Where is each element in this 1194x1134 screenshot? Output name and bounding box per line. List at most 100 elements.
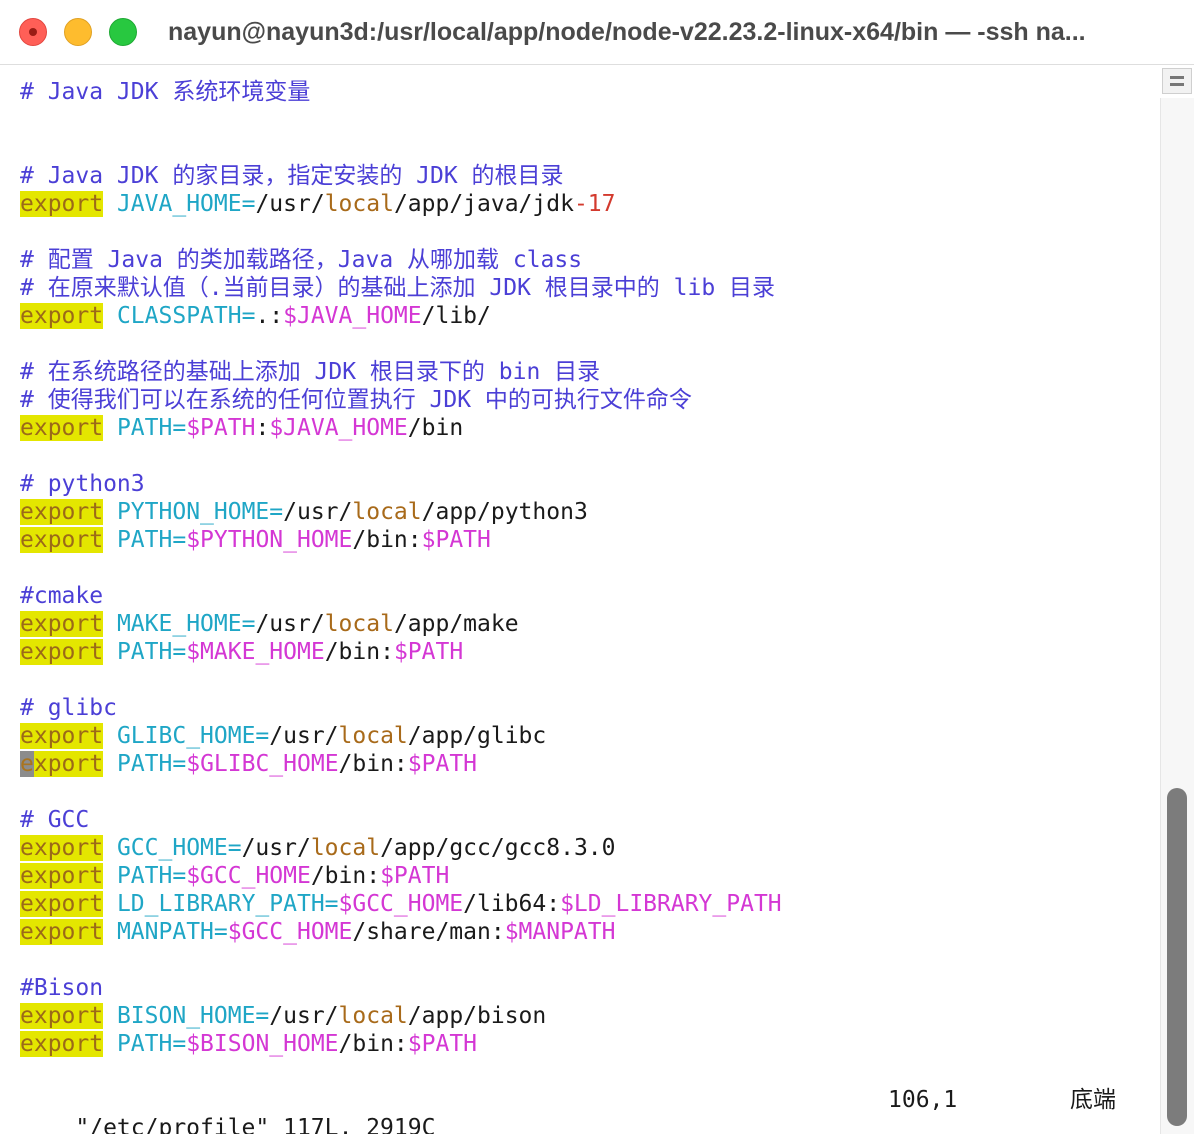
export-keyword: export	[20, 415, 104, 441]
status-file-info: "/etc/profile" 117L, 2919C	[75, 1115, 436, 1134]
vertical-scrollbar[interactable]	[1160, 98, 1194, 1134]
scrollbar-thumb[interactable]	[1167, 788, 1187, 1126]
version-number: -17	[573, 191, 616, 217]
editor-line[interactable]: # glibc	[20, 694, 1150, 722]
terminal-window: nayun@nayun3d:/usr/local/app/node/node-v…	[0, 0, 1194, 1134]
plain-text: /app/bison	[407, 1003, 547, 1029]
plain-text: /bin:	[324, 639, 394, 665]
path-local-segment: local	[338, 1003, 408, 1029]
variable-reference: $PATH	[380, 863, 450, 889]
editor-line[interactable]: export JAVA_HOME=/usr/local/app/java/jdk…	[20, 190, 1150, 218]
variable-name: LD_LIBRARY_PATH=	[116, 891, 339, 917]
export-keyword: export	[20, 611, 104, 637]
export-keyword: export	[20, 723, 104, 749]
variable-reference: $LD_LIBRARY_PATH	[560, 891, 782, 917]
editor-line[interactable]	[20, 442, 1150, 470]
variable-name: BISON_HOME=	[116, 1003, 270, 1029]
editor-line[interactable]: # python3	[20, 470, 1150, 498]
editor-line[interactable]: export PATH=$GLIBC_HOME/bin:$PATH	[20, 750, 1150, 778]
plain-text	[103, 611, 117, 637]
variable-name: PATH=	[116, 415, 187, 441]
plain-text	[103, 527, 117, 553]
editor-line[interactable]: export PATH=$GCC_HOME/bin:$PATH	[20, 862, 1150, 890]
editor-line[interactable]: # 使得我们可以在系统的任何位置执行 JDK 中的可执行文件命令	[20, 386, 1150, 414]
status-cursor-position: 106,1	[888, 1087, 958, 1113]
comment-text: #Bison	[20, 975, 104, 1001]
comment-text: # glibc	[20, 695, 117, 721]
variable-name: JAVA_HOME=	[116, 191, 256, 217]
plain-text: /app/java/jdk	[393, 191, 574, 217]
editor-line[interactable]: export CLASSPATH=.:$JAVA_HOME/lib/	[20, 302, 1150, 330]
comment-text: # 使得我们可以在系统的任何位置执行 JDK 中的可执行文件命令	[20, 387, 692, 413]
variable-name: PATH=	[116, 527, 187, 553]
path-local-segment: local	[324, 611, 394, 637]
plain-text: /lib64:	[463, 891, 561, 917]
editor-line[interactable]: # GCC	[20, 806, 1150, 834]
plain-text	[103, 191, 117, 217]
plain-text	[103, 919, 117, 945]
editor-line[interactable]	[20, 778, 1150, 806]
plain-text: /app/python3	[421, 499, 588, 525]
variable-reference: $JAVA_HOME	[283, 303, 422, 329]
comment-text: #cmake	[20, 583, 104, 609]
editor-line[interactable]: export MAKE_HOME=/usr/local/app/make	[20, 610, 1150, 638]
variable-reference: $JAVA_HOME	[269, 415, 408, 441]
scrollbar-menu-icon[interactable]	[1162, 68, 1192, 94]
path-local-segment: local	[324, 191, 394, 217]
plain-text: /share/man:	[352, 919, 505, 945]
export-keyword: export	[20, 639, 104, 665]
editor-line[interactable]: export GLIBC_HOME=/usr/local/app/glibc	[20, 722, 1150, 750]
editor-line[interactable]: export GCC_HOME=/usr/local/app/gcc/gcc8.…	[20, 834, 1150, 862]
variable-name: PATH=	[116, 1031, 187, 1057]
editor-line[interactable]: #cmake	[20, 582, 1150, 610]
comment-text: # 在系统路径的基础上添加 JDK 根目录下的 bin 目录	[20, 359, 601, 385]
close-window-button[interactable]	[19, 18, 47, 46]
editor-line[interactable]: export BISON_HOME=/usr/local/app/bison	[20, 1002, 1150, 1030]
editor-line[interactable]: export PYTHON_HOME=/usr/local/app/python…	[20, 498, 1150, 526]
variable-reference: $GLIBC_HOME	[186, 751, 339, 777]
editor-line[interactable]	[20, 218, 1150, 246]
editor-line[interactable]: #Bison	[20, 974, 1150, 1002]
plain-text: /usr/	[255, 191, 325, 217]
minimize-window-button[interactable]	[64, 18, 92, 46]
plain-text	[103, 1031, 117, 1057]
title-bar[interactable]: nayun@nayun3d:/usr/local/app/node/node-v…	[0, 0, 1194, 65]
plain-text: /usr/	[255, 611, 325, 637]
plain-text: /usr/	[269, 1003, 339, 1029]
editor-line[interactable]	[20, 134, 1150, 162]
editor-line[interactable]: # 配置 Java 的类加载路径，Java 从哪加载 class	[20, 246, 1150, 274]
plain-text: /bin:	[338, 1031, 408, 1057]
editor-line[interactable]	[20, 554, 1150, 582]
variable-name: MANPATH=	[116, 919, 228, 945]
editor-line[interactable]: export PATH=$BISON_HOME/bin:$PATH	[20, 1030, 1150, 1058]
plain-text	[103, 499, 117, 525]
editor-line[interactable]: export MANPATH=$GCC_HOME/share/man:$MANP…	[20, 918, 1150, 946]
plain-text	[103, 415, 117, 441]
plain-text: .:	[255, 303, 284, 329]
plain-text: /bin:	[352, 527, 422, 553]
editor-line[interactable]	[20, 330, 1150, 358]
editor-line[interactable]: # 在原来默认值（.当前目录）的基础上添加 JDK 根目录中的 lib 目录	[20, 274, 1150, 302]
variable-name: MAKE_HOME=	[116, 611, 256, 637]
export-keyword: export	[20, 303, 104, 329]
editor-line[interactable]	[20, 946, 1150, 974]
vim-editor-buffer[interactable]: # Java JDK 系统环境变量 # Java JDK 的家目录，指定安装的 J…	[20, 78, 1150, 1058]
plain-text: :	[255, 415, 270, 441]
editor-line[interactable]: export LD_LIBRARY_PATH=$GCC_HOME/lib64:$…	[20, 890, 1150, 918]
editor-line[interactable]	[20, 106, 1150, 134]
export-keyword: export	[20, 919, 104, 945]
editor-line[interactable]: # 在系统路径的基础上添加 JDK 根目录下的 bin 目录	[20, 358, 1150, 386]
zoom-window-button[interactable]	[109, 18, 137, 46]
plain-text: /app/make	[393, 611, 519, 637]
path-local-segment: local	[338, 723, 408, 749]
editor-line[interactable]	[20, 666, 1150, 694]
editor-line[interactable]: # Java JDK 系统环境变量	[20, 78, 1150, 106]
variable-name: GCC_HOME=	[116, 835, 242, 861]
editor-line[interactable]: export PATH=$PYTHON_HOME/bin:$PATH	[20, 526, 1150, 554]
variable-reference: $MAKE_HOME	[186, 639, 325, 665]
window-title: nayun@nayun3d:/usr/local/app/node/node-v…	[168, 18, 1086, 46]
editor-line[interactable]: export PATH=$PATH:$JAVA_HOME/bin	[20, 414, 1150, 442]
editor-line[interactable]: # Java JDK 的家目录，指定安装的 JDK 的根目录	[20, 162, 1150, 190]
editor-line[interactable]: export PATH=$MAKE_HOME/bin:$PATH	[20, 638, 1150, 666]
comment-text: # GCC	[20, 807, 90, 833]
